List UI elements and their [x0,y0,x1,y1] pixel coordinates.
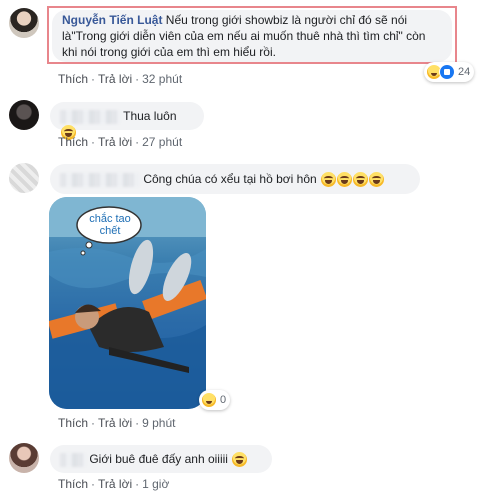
comment-actions: Thích · Trả lời · 27 phút [58,135,183,149]
photo-caption: chắc tao chết [89,213,131,237]
reply-link[interactable]: Trả lời [98,416,132,430]
reaction-count: 24 [458,66,471,78]
avatar[interactable] [9,100,39,130]
comment-bubble: Giới buê đuê đấy anh oiiiii [50,445,272,473]
reply-link[interactable]: Trả lời [98,135,132,149]
timestamp[interactable]: 9 phút [142,416,175,430]
like-link[interactable]: Thích [58,72,88,86]
comment-text-line1: Nếu trong giới showbiz là người chỉ đó s… [165,13,408,27]
reaction-summary[interactable]: 0 [199,390,231,410]
comment-text: Giới buê đuê đấy anh oiiiii [89,452,228,466]
avatar[interactable] [9,163,39,193]
comment-bubble: Thua luôn [50,102,204,141]
reply-link[interactable]: Trả lời [98,477,132,491]
avatar[interactable] [9,443,39,473]
rofl-emoji-icon [353,172,369,188]
rofl-emoji-icon [337,172,353,188]
comment-text: Công chúa có xểu tại hồ bơi hôn [143,172,317,186]
rofl-emoji-icon [369,172,385,188]
comment-bubble: Nguyễn Tiến Luật Nếu trong giới showbiz … [52,10,452,62]
reaction-summary[interactable]: 24 [424,62,475,82]
comment-actions: Thích · Trả lời · 9 phút [58,416,176,430]
like-link[interactable]: Thích [58,416,88,430]
comment-text-line3: khi nói trong giới của em thì em hiểu rồ… [62,45,276,59]
reaction-count: 0 [220,394,227,406]
like-icon [439,64,455,80]
comment-bubble: Công chúa có xểu tại hồ bơi hôn [50,164,420,194]
comment-actions: Thích · Trả lời · 1 giờ [58,477,170,491]
haha-icon [201,392,217,408]
comment-photo[interactable]: chắc tao chết [49,197,206,409]
avatar[interactable] [9,8,39,38]
blurred-author-name[interactable] [60,109,120,124]
timestamp[interactable]: 27 phút [142,135,182,149]
comment-author[interactable]: Nguyễn Tiến Luật [62,13,162,27]
like-link[interactable]: Thích [58,477,88,491]
blurred-author-name[interactable] [60,452,86,467]
timestamp[interactable]: 1 giờ [142,477,169,491]
reply-link[interactable]: Trả lời [98,72,132,86]
comment-actions: Thích · Trả lời · 32 phút [58,72,183,86]
blurred-author-name[interactable] [60,172,140,187]
timestamp[interactable]: 32 phút [142,72,182,86]
laughing-emoji-icon [232,452,248,468]
like-link[interactable]: Thích [58,135,88,149]
comment-text-line2: là"Trong giới diễn viên của em nếu ai mu… [62,29,426,43]
comment-text: Thua luôn [123,109,177,123]
rofl-emoji-icon [321,172,337,188]
